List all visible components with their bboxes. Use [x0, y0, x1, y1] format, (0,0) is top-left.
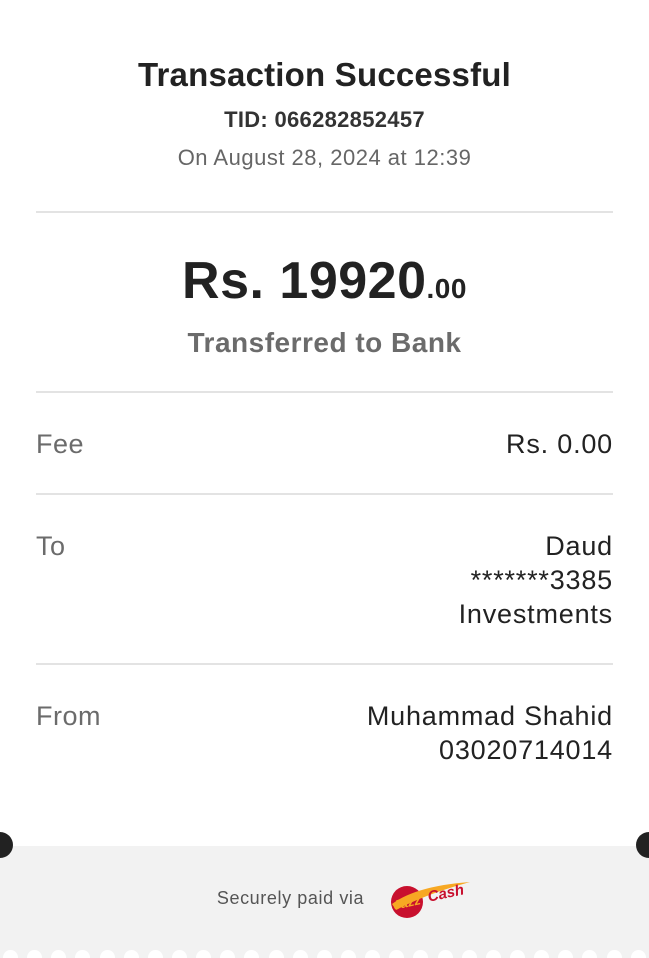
to-row: To Daud *******3385 Investments — [36, 529, 613, 631]
scalloped-edge — [0, 950, 649, 958]
divider — [36, 211, 613, 213]
transaction-id: TID: 066282852457 — [224, 107, 425, 132]
sender-name: Muhammad Shahid — [366, 701, 613, 731]
amount-main: Rs. 19920 — [182, 252, 427, 310]
recipient-account: *******3385 — [470, 565, 613, 595]
fee-row: Fee Rs. 0.00 — [36, 427, 613, 461]
jazzcash-logo-icon: Jazz Cash — [391, 881, 471, 918]
fee-label: Fee — [36, 429, 85, 459]
secure-payment-badge: Securely paid via Jazz Cash — [0, 876, 649, 920]
to-label: To — [36, 531, 66, 561]
sender-number: 03020714014 — [439, 735, 613, 765]
divider — [36, 663, 613, 665]
transaction-receipt: Transaction Successful TID: 066282852457… — [0, 0, 649, 958]
secure-text: Securely paid via — [216, 887, 365, 908]
page-title: Transaction Successful — [137, 56, 512, 93]
divider — [36, 493, 613, 495]
transaction-amount: Rs. 19920.00 — [0, 250, 649, 320]
transfer-type: Transferred to Bank — [187, 327, 462, 358]
from-label: From — [36, 701, 101, 731]
fee-value: Rs. 0.00 — [506, 429, 613, 459]
logo-text-cash: Cash — [426, 881, 465, 905]
transaction-datetime: On August 28, 2024 at 12:39 — [177, 145, 472, 170]
amount-block: Rs. 19920.00 Transferred to Bank — [0, 250, 649, 360]
from-row: From Muhammad Shahid 03020714014 — [36, 699, 613, 767]
recipient-bank: Investments — [458, 599, 613, 629]
recipient-name: Daud — [545, 531, 613, 561]
to-value: Daud *******3385 Investments — [459, 529, 613, 631]
divider — [36, 391, 613, 393]
amount-cents: .00 — [426, 273, 467, 304]
receipt-header: Transaction Successful TID: 066282852457… — [0, 0, 649, 172]
from-value: Muhammad Shahid 03020714014 — [367, 699, 613, 767]
